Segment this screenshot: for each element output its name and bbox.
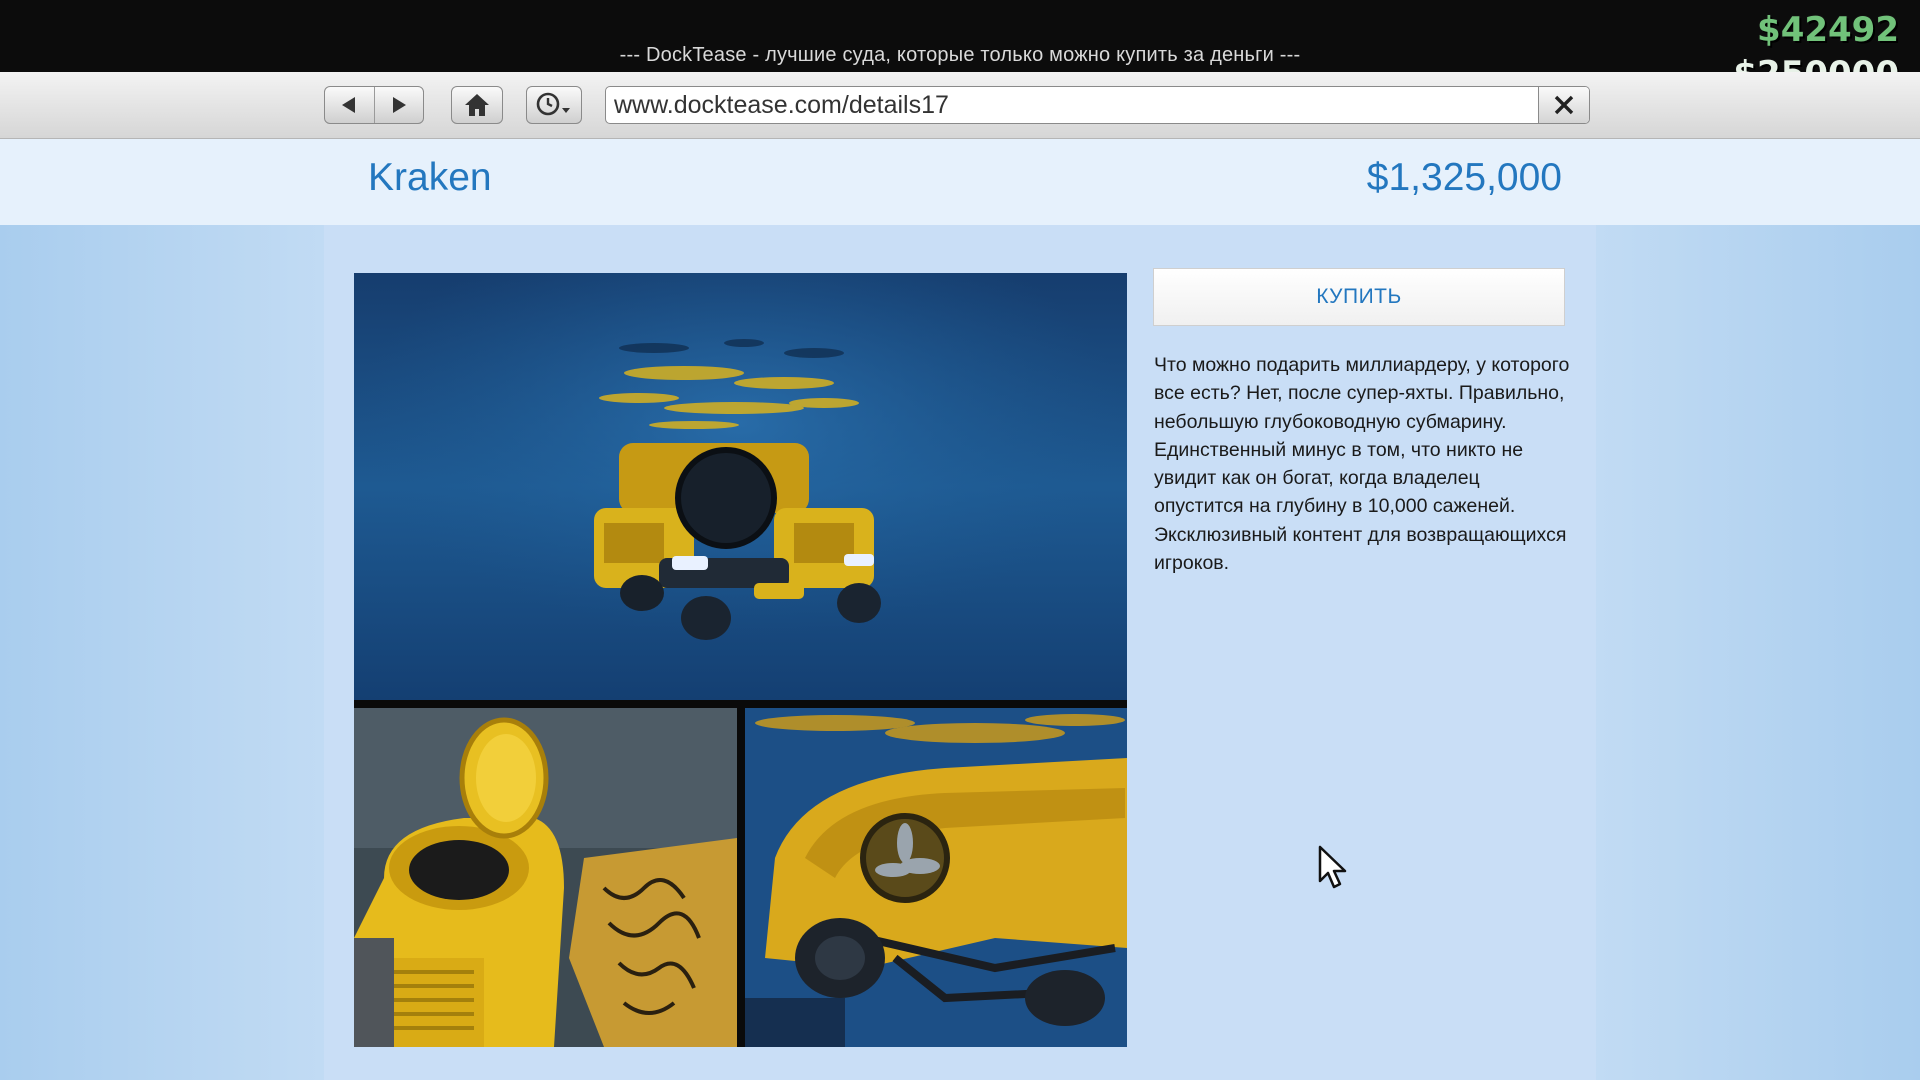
url-close-button[interactable] — [1538, 87, 1589, 123]
forward-arrow-icon — [392, 97, 406, 113]
back-arrow-icon — [342, 97, 356, 113]
nav-button-group — [324, 86, 424, 124]
home-icon — [465, 94, 489, 116]
mouse-cursor-icon — [1318, 845, 1347, 889]
gallery-thumbnail-hatch[interactable] — [354, 708, 737, 1047]
close-icon — [1554, 95, 1574, 115]
clock-history-icon — [536, 92, 570, 116]
browser-toolbar — [0, 72, 1920, 139]
cash-balance: $42492 — [1756, 9, 1900, 51]
window-title: --- DockTease - лучшие суда, которые тол… — [619, 44, 1301, 66]
gallery-main-image[interactable] — [354, 273, 1127, 700]
submarine-propeller-image — [745, 708, 1127, 1047]
chevron-down-icon — [562, 108, 570, 113]
history-button[interactable] — [526, 86, 582, 124]
back-button[interactable] — [325, 87, 374, 123]
url-input[interactable] — [606, 87, 1538, 123]
product-header: Kraken $1,325,000 — [0, 139, 1920, 225]
submarine-hatch-image — [354, 708, 737, 1047]
product-price: $1,325,000 — [1366, 156, 1562, 199]
product-name: Kraken — [368, 156, 492, 199]
product-details-panel: КУПИТЬ Что можно подарить миллиардеру, у… — [324, 225, 1596, 1080]
image-gallery — [354, 273, 1127, 1047]
home-button[interactable] — [451, 86, 503, 124]
buy-button[interactable]: КУПИТЬ — [1153, 268, 1565, 326]
gallery-thumbnail-propeller[interactable] — [745, 708, 1127, 1047]
product-description: Что можно подарить миллиардеру, у которо… — [1154, 354, 1570, 575]
submarine-underwater-image — [354, 273, 1127, 700]
address-bar — [605, 86, 1590, 124]
forward-button[interactable] — [373, 87, 424, 123]
title-bar: --- DockTease - лучшие суда, которые тол… — [0, 0, 1920, 72]
